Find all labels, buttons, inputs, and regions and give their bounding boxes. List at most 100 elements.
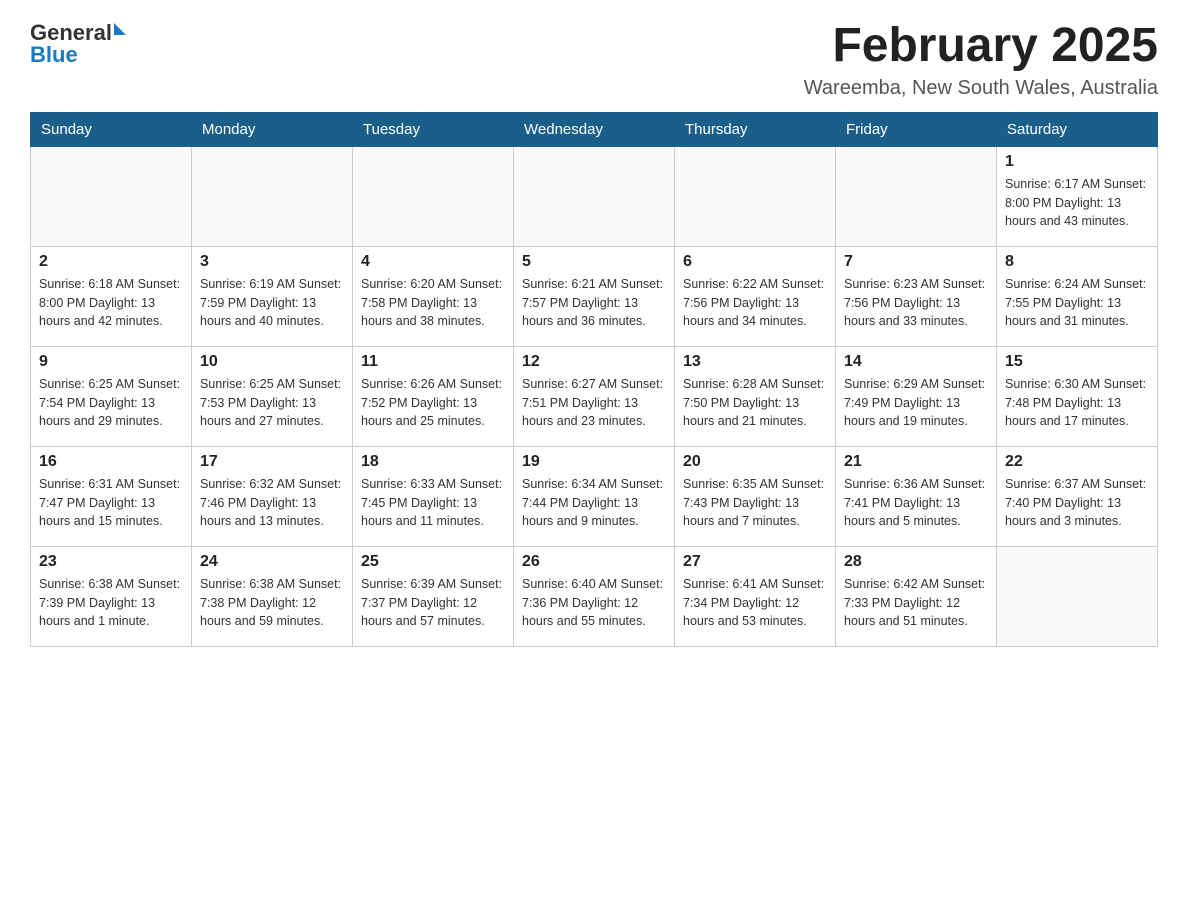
calendar-cell bbox=[836, 146, 997, 246]
day-info: Sunrise: 6:36 AM Sunset: 7:41 PM Dayligh… bbox=[844, 475, 988, 531]
day-number: 28 bbox=[844, 553, 988, 571]
day-info: Sunrise: 6:29 AM Sunset: 7:49 PM Dayligh… bbox=[844, 375, 988, 431]
logo: General Blue bbox=[30, 20, 126, 68]
day-info: Sunrise: 6:22 AM Sunset: 7:56 PM Dayligh… bbox=[683, 275, 827, 331]
day-number: 4 bbox=[361, 253, 505, 271]
calendar-header-saturday: Saturday bbox=[997, 112, 1158, 146]
day-info: Sunrise: 6:26 AM Sunset: 7:52 PM Dayligh… bbox=[361, 375, 505, 431]
page-header: General Blue February 2025 Wareemba, New… bbox=[30, 20, 1158, 100]
day-number: 8 bbox=[1005, 253, 1149, 271]
calendar-week-row: 9 Sunrise: 6:25 AM Sunset: 7:54 PM Daylig… bbox=[31, 346, 1158, 446]
calendar-cell: 26 Sunrise: 6:40 AM Sunset: 7:36 PM Dayli… bbox=[514, 546, 675, 646]
day-number: 24 bbox=[200, 553, 344, 571]
calendar-cell: 7 Sunrise: 6:23 AM Sunset: 7:56 PM Daylig… bbox=[836, 246, 997, 346]
calendar-cell: 8 Sunrise: 6:24 AM Sunset: 7:55 PM Daylig… bbox=[997, 246, 1158, 346]
calendar-cell bbox=[192, 146, 353, 246]
calendar-header-friday: Friday bbox=[836, 112, 997, 146]
day-info: Sunrise: 6:17 AM Sunset: 8:00 PM Dayligh… bbox=[1005, 175, 1149, 231]
day-info: Sunrise: 6:25 AM Sunset: 7:54 PM Dayligh… bbox=[39, 375, 183, 431]
calendar-cell: 10Sunrise: 6:25 AM Sunset: 7:53 PM Dayli… bbox=[192, 346, 353, 446]
day-info: Sunrise: 6:38 AM Sunset: 7:39 PM Dayligh… bbox=[39, 575, 183, 631]
calendar-cell: 28 Sunrise: 6:42 AM Sunset: 7:33 PM Dayli… bbox=[836, 546, 997, 646]
calendar-cell: 5 Sunrise: 6:21 AM Sunset: 7:57 PM Daylig… bbox=[514, 246, 675, 346]
calendar-header-thursday: Thursday bbox=[675, 112, 836, 146]
calendar-week-row: 16 Sunrise: 6:31 AM Sunset: 7:47 PM Dayli… bbox=[31, 446, 1158, 546]
day-number: 25 bbox=[361, 553, 505, 571]
calendar-cell: 15 Sunrise: 6:30 AM Sunset: 7:48 PM Dayli… bbox=[997, 346, 1158, 446]
calendar-cell: 2Sunrise: 6:18 AM Sunset: 8:00 PM Daylig… bbox=[31, 246, 192, 346]
calendar-cell: 18 Sunrise: 6:33 AM Sunset: 7:45 PM Dayli… bbox=[353, 446, 514, 546]
calendar-header-tuesday: Tuesday bbox=[353, 112, 514, 146]
calendar-week-row: 2Sunrise: 6:18 AM Sunset: 8:00 PM Daylig… bbox=[31, 246, 1158, 346]
calendar-cell: 24 Sunrise: 6:38 AM Sunset: 7:38 PM Dayli… bbox=[192, 546, 353, 646]
calendar-cell: 11 Sunrise: 6:26 AM Sunset: 7:52 PM Dayli… bbox=[353, 346, 514, 446]
logo-triangle-icon bbox=[114, 23, 126, 35]
calendar-cell: 3 Sunrise: 6:19 AM Sunset: 7:59 PM Daylig… bbox=[192, 246, 353, 346]
day-number: 9 bbox=[39, 353, 183, 371]
day-number: 21 bbox=[844, 453, 988, 471]
day-info: Sunrise: 6:21 AM Sunset: 7:57 PM Dayligh… bbox=[522, 275, 666, 331]
day-number: 13 bbox=[683, 353, 827, 371]
day-number: 20 bbox=[683, 453, 827, 471]
calendar-cell bbox=[31, 146, 192, 246]
day-number: 27 bbox=[683, 553, 827, 571]
calendar-header-wednesday: Wednesday bbox=[514, 112, 675, 146]
calendar-cell: 17 Sunrise: 6:32 AM Sunset: 7:46 PM Dayli… bbox=[192, 446, 353, 546]
day-info: Sunrise: 6:42 AM Sunset: 7:33 PM Dayligh… bbox=[844, 575, 988, 631]
day-info: Sunrise: 6:19 AM Sunset: 7:59 PM Dayligh… bbox=[200, 275, 344, 331]
calendar-cell: 20 Sunrise: 6:35 AM Sunset: 7:43 PM Dayli… bbox=[675, 446, 836, 546]
day-info: Sunrise: 6:18 AM Sunset: 8:00 PM Dayligh… bbox=[39, 275, 183, 331]
month-title: February 2025 bbox=[804, 20, 1158, 73]
calendar-cell: 4 Sunrise: 6:20 AM Sunset: 7:58 PM Daylig… bbox=[353, 246, 514, 346]
calendar-cell: 22Sunrise: 6:37 AM Sunset: 7:40 PM Dayli… bbox=[997, 446, 1158, 546]
day-number: 16 bbox=[39, 453, 183, 471]
calendar-cell: 13Sunrise: 6:28 AM Sunset: 7:50 PM Dayli… bbox=[675, 346, 836, 446]
day-info: Sunrise: 6:31 AM Sunset: 7:47 PM Dayligh… bbox=[39, 475, 183, 531]
day-info: Sunrise: 6:35 AM Sunset: 7:43 PM Dayligh… bbox=[683, 475, 827, 531]
calendar-table: SundayMondayTuesdayWednesdayThursdayFrid… bbox=[30, 112, 1158, 647]
day-info: Sunrise: 6:23 AM Sunset: 7:56 PM Dayligh… bbox=[844, 275, 988, 331]
calendar-header-monday: Monday bbox=[192, 112, 353, 146]
calendar-cell: 9 Sunrise: 6:25 AM Sunset: 7:54 PM Daylig… bbox=[31, 346, 192, 446]
calendar-week-row: 1 Sunrise: 6:17 AM Sunset: 8:00 PM Daylig… bbox=[31, 146, 1158, 246]
calendar-cell: 19Sunrise: 6:34 AM Sunset: 7:44 PM Dayli… bbox=[514, 446, 675, 546]
calendar-cell: 27 Sunrise: 6:41 AM Sunset: 7:34 PM Dayli… bbox=[675, 546, 836, 646]
day-number: 7 bbox=[844, 253, 988, 271]
calendar-cell: 1 Sunrise: 6:17 AM Sunset: 8:00 PM Daylig… bbox=[997, 146, 1158, 246]
calendar-cell: 25Sunrise: 6:39 AM Sunset: 7:37 PM Dayli… bbox=[353, 546, 514, 646]
day-info: Sunrise: 6:37 AM Sunset: 7:40 PM Dayligh… bbox=[1005, 475, 1149, 531]
day-info: Sunrise: 6:30 AM Sunset: 7:48 PM Dayligh… bbox=[1005, 375, 1149, 431]
day-info: Sunrise: 6:40 AM Sunset: 7:36 PM Dayligh… bbox=[522, 575, 666, 631]
calendar-cell: 14Sunrise: 6:29 AM Sunset: 7:49 PM Dayli… bbox=[836, 346, 997, 446]
logo-blue-text: Blue bbox=[30, 42, 78, 68]
day-number: 17 bbox=[200, 453, 344, 471]
calendar-cell bbox=[353, 146, 514, 246]
day-number: 3 bbox=[200, 253, 344, 271]
calendar-week-row: 23 Sunrise: 6:38 AM Sunset: 7:39 PM Dayli… bbox=[31, 546, 1158, 646]
calendar-header-row: SundayMondayTuesdayWednesdayThursdayFrid… bbox=[31, 112, 1158, 146]
calendar-cell: 6Sunrise: 6:22 AM Sunset: 7:56 PM Daylig… bbox=[675, 246, 836, 346]
day-number: 5 bbox=[522, 253, 666, 271]
day-info: Sunrise: 6:20 AM Sunset: 7:58 PM Dayligh… bbox=[361, 275, 505, 331]
calendar-cell bbox=[675, 146, 836, 246]
day-info: Sunrise: 6:24 AM Sunset: 7:55 PM Dayligh… bbox=[1005, 275, 1149, 331]
calendar-cell: 16 Sunrise: 6:31 AM Sunset: 7:47 PM Dayli… bbox=[31, 446, 192, 546]
calendar-cell bbox=[997, 546, 1158, 646]
location-title: Wareemba, New South Wales, Australia bbox=[804, 77, 1158, 100]
day-info: Sunrise: 6:38 AM Sunset: 7:38 PM Dayligh… bbox=[200, 575, 344, 631]
title-block: February 2025 Wareemba, New South Wales,… bbox=[804, 20, 1158, 100]
day-info: Sunrise: 6:32 AM Sunset: 7:46 PM Dayligh… bbox=[200, 475, 344, 531]
day-number: 19 bbox=[522, 453, 666, 471]
day-number: 18 bbox=[361, 453, 505, 471]
day-number: 12 bbox=[522, 353, 666, 371]
day-number: 15 bbox=[1005, 353, 1149, 371]
calendar-header-sunday: Sunday bbox=[31, 112, 192, 146]
day-number: 26 bbox=[522, 553, 666, 571]
day-number: 23 bbox=[39, 553, 183, 571]
day-info: Sunrise: 6:41 AM Sunset: 7:34 PM Dayligh… bbox=[683, 575, 827, 631]
calendar-cell: 21 Sunrise: 6:36 AM Sunset: 7:41 PM Dayli… bbox=[836, 446, 997, 546]
day-number: 11 bbox=[361, 353, 505, 371]
day-info: Sunrise: 6:33 AM Sunset: 7:45 PM Dayligh… bbox=[361, 475, 505, 531]
day-number: 1 bbox=[1005, 153, 1149, 171]
day-number: 10 bbox=[200, 353, 344, 371]
